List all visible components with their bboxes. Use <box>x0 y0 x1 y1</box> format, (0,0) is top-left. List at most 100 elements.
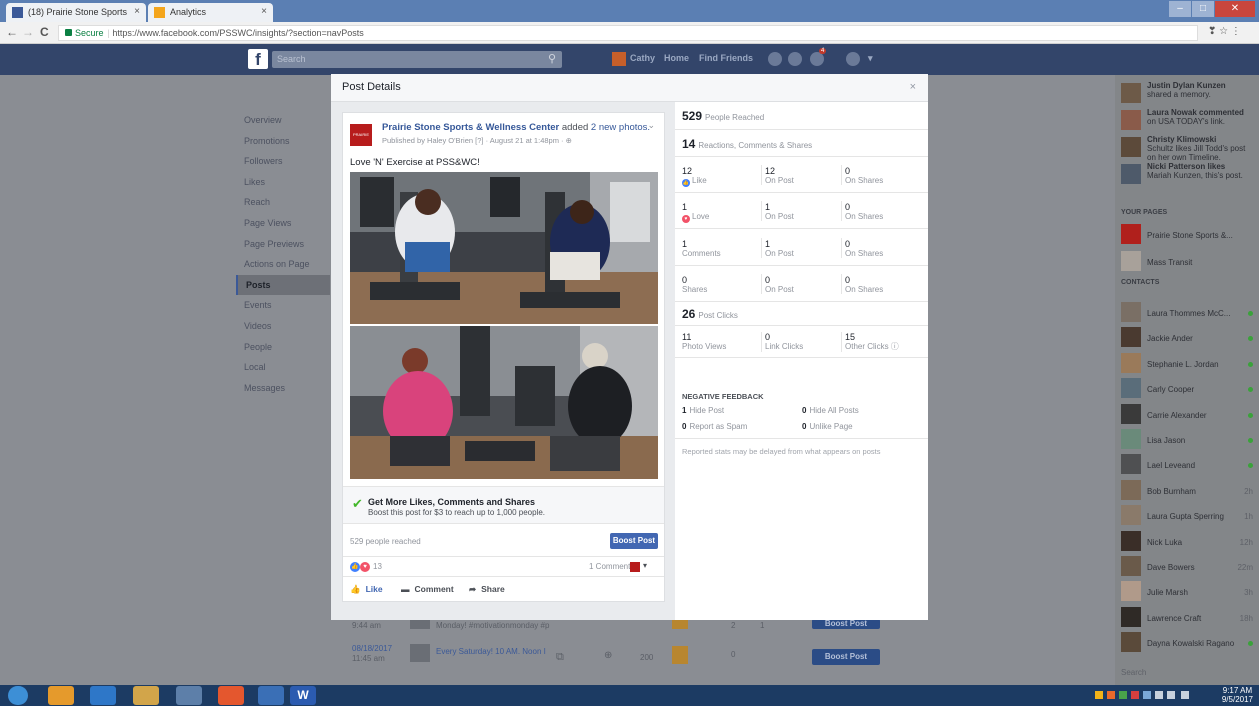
avatar[interactable] <box>1121 378 1141 399</box>
sidebar-item-actions-on-page[interactable]: Actions on Page <box>236 254 330 275</box>
boost-post-button[interactable]: Boost Post <box>610 533 658 549</box>
avatar[interactable] <box>1121 251 1141 271</box>
caret-down-icon[interactable]: ▾ <box>643 561 647 570</box>
messages-icon[interactable] <box>788 52 802 66</box>
forward-arrow-icon[interactable]: → <box>22 25 34 39</box>
contact-name[interactable]: Laura Gupta Sperring <box>1147 512 1224 521</box>
sidebar-item-promotions[interactable]: Promotions <box>236 131 330 152</box>
avatar[interactable] <box>1121 632 1141 653</box>
profile-link[interactable]: Cathy <box>630 53 655 63</box>
sidebar-item-local[interactable]: Local <box>236 357 330 378</box>
browser-tab-analytics[interactable]: Analytics × <box>148 3 273 22</box>
contact-name[interactable]: Dave Bowers <box>1147 563 1195 572</box>
facebook-search-input[interactable]: Search ⚲ <box>272 51 562 68</box>
contact-name[interactable]: Lawrence Craft <box>1147 614 1201 623</box>
tab-close-icon[interactable]: × <box>261 6 267 17</box>
minimize-button[interactable]: – <box>1169 1 1191 17</box>
network-icon[interactable] <box>1155 691 1163 699</box>
start-button-icon[interactable] <box>8 686 28 705</box>
close-window-button[interactable]: ✕ <box>1215 1 1255 17</box>
tray-icon[interactable] <box>1119 691 1127 699</box>
network-app-icon[interactable] <box>258 686 284 705</box>
avatar[interactable] <box>1121 110 1141 130</box>
sidebar-item-page-previews[interactable]: Page Previews <box>236 234 330 255</box>
back-arrow-icon[interactable]: ← <box>6 25 18 39</box>
avatar[interactable] <box>1121 556 1141 576</box>
browser-tab-facebook[interactable]: (18) Prairie Stone Sports × <box>6 3 146 22</box>
app-icon[interactable] <box>218 686 244 705</box>
page-shortcut[interactable]: Mass Transit <box>1147 258 1192 267</box>
info-icon[interactable]: ⓘ <box>891 342 899 351</box>
system-clock[interactable]: 9:17 AM 9/5/2017 <box>1222 686 1253 704</box>
sidebar-item-reach[interactable]: Reach <box>236 192 330 213</box>
avatar[interactable] <box>1121 429 1141 449</box>
home-link[interactable]: Home <box>664 53 689 63</box>
page-shortcut[interactable]: Prairie Stone Sports &... <box>1147 231 1233 240</box>
sidebar-item-likes[interactable]: Likes <box>236 172 330 193</box>
avatar[interactable] <box>1121 83 1141 103</box>
contact-name[interactable]: Nick Luka <box>1147 538 1182 547</box>
tray-icon[interactable] <box>1143 691 1151 699</box>
contact-name[interactable]: Lisa Jason <box>1147 436 1185 445</box>
contact-name[interactable]: Bob Burnham <box>1147 487 1196 496</box>
file-explorer-icon[interactable] <box>48 686 74 705</box>
photos-link[interactable]: 2 new photos. <box>591 122 650 133</box>
search-icon[interactable]: ⚲ <box>548 52 556 65</box>
boost-post-button[interactable]: Boost Post <box>812 619 880 629</box>
ticker-item[interactable]: Justin Dylan Kunzen shared a memory. <box>1147 81 1255 99</box>
page-logo-avatar[interactable]: PRAIRIE <box>350 124 372 146</box>
post-text[interactable]: Every Saturday! 10 AM. Noon I <box>436 647 546 656</box>
help-icon[interactable] <box>846 52 860 66</box>
contact-name[interactable]: Carly Cooper <box>1147 385 1194 394</box>
contact-name[interactable]: Laura Thommes McC... <box>1147 309 1230 318</box>
extension-icons[interactable]: ❣ ☆ ⋮ <box>1208 26 1241 37</box>
chevron-down-icon[interactable]: ⌄ <box>647 120 655 131</box>
sidebar-item-messages[interactable]: Messages <box>236 378 330 399</box>
reload-icon[interactable]: C <box>40 25 49 39</box>
sidebar-item-posts[interactable]: Posts <box>236 274 330 296</box>
love-reaction-icon[interactable]: ♥ <box>360 562 370 572</box>
sidebar-item-overview[interactable]: Overview <box>236 110 330 131</box>
url-field[interactable]: Secure | https://www.facebook.com/PSSWC/i… <box>58 25 1198 41</box>
contact-name[interactable]: Lael Leveand <box>1147 461 1195 470</box>
post-photo-2[interactable] <box>350 326 658 479</box>
share-button[interactable]: ➦ Share <box>469 584 505 595</box>
ticker-item[interactable]: Laura Nowak commented on USA TODAY's link… <box>1147 108 1255 126</box>
avatar[interactable] <box>1121 327 1141 348</box>
maximize-button[interactable]: □ <box>1192 1 1214 17</box>
sidebar-item-videos[interactable]: Videos <box>236 316 330 337</box>
tray-icon[interactable] <box>1131 691 1139 699</box>
like-reaction-icon[interactable]: 👍 <box>350 562 360 572</box>
ticker-item[interactable]: Nicki Patterson likes Mariah Kunzen, this… <box>1147 162 1255 180</box>
find-friends-link[interactable]: Find Friends <box>699 53 753 63</box>
comment-count[interactable]: 1 Comment <box>589 562 630 571</box>
word-icon[interactable]: W <box>290 686 316 705</box>
contact-name[interactable]: Julie Marsh <box>1147 588 1188 597</box>
like-button[interactable]: 👍 Like <box>350 584 383 595</box>
chrome-icon[interactable] <box>176 686 202 705</box>
comment-button[interactable]: ▬ Comment <box>401 584 454 594</box>
sidebar-item-followers[interactable]: Followers <box>236 151 330 172</box>
avatar[interactable] <box>1121 224 1141 244</box>
avatar[interactable] <box>1121 352 1141 373</box>
internet-explorer-icon[interactable] <box>90 686 116 705</box>
tray-icon[interactable] <box>1107 691 1115 699</box>
ticker-item[interactable]: Christy Klimowski Schultz likes Jill Todd… <box>1147 135 1255 162</box>
folder-icon[interactable] <box>133 686 159 705</box>
avatar[interactable] <box>1121 137 1141 157</box>
contact-name[interactable]: Dayna Kowalski Ragano <box>1147 639 1234 648</box>
avatar[interactable] <box>1121 454 1141 475</box>
post-text[interactable]: Monday! #motivationmonday #p <box>436 621 549 630</box>
avatar[interactable] <box>1121 302 1141 322</box>
friend-requests-icon[interactable] <box>768 52 782 66</box>
chat-search-input[interactable]: Search <box>1121 668 1146 677</box>
contact-name[interactable]: Stephanie L. Jordan <box>1147 360 1219 369</box>
reaction-count[interactable]: 13 <box>373 562 382 571</box>
close-icon[interactable]: × <box>910 81 916 93</box>
sidebar-item-events[interactable]: Events <box>236 295 330 316</box>
avatar[interactable] <box>1121 505 1141 526</box>
avatar[interactable] <box>1121 606 1141 627</box>
battery-icon[interactable] <box>1181 691 1189 699</box>
avatar[interactable] <box>1121 403 1141 424</box>
avatar[interactable] <box>1121 530 1141 551</box>
